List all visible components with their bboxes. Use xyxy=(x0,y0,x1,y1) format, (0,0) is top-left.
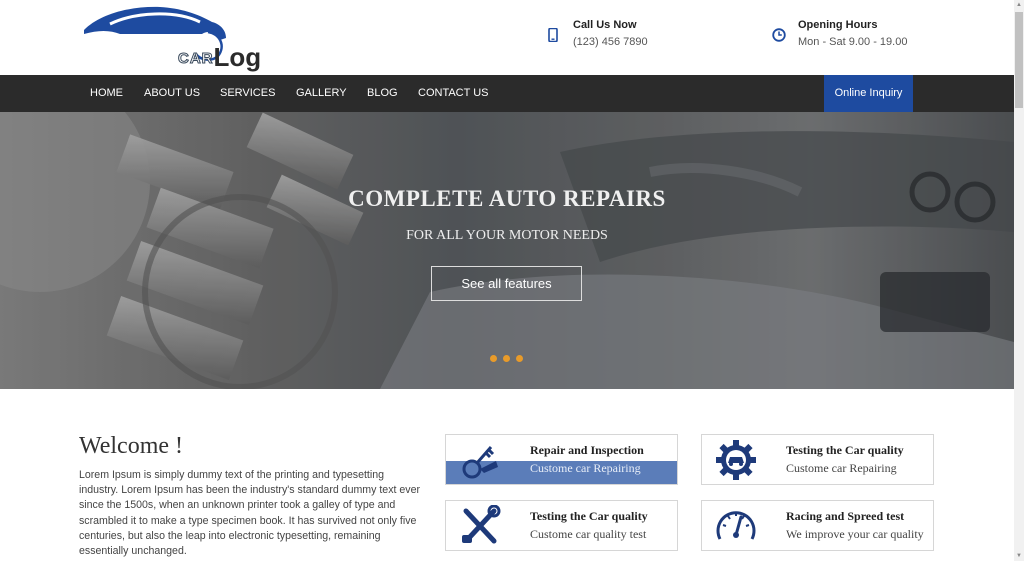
service-title: Repair and Inspection xyxy=(530,443,644,457)
nav-blog[interactable]: BLOG xyxy=(367,75,398,112)
tools-icon xyxy=(462,505,501,544)
hero-title: COMPLETE AUTO REPAIRS xyxy=(348,186,666,211)
service-title: Racing and Spreed test xyxy=(786,509,905,523)
nav-about-us[interactable]: ABOUT US xyxy=(144,75,200,112)
clock-icon xyxy=(772,28,786,42)
service-title: Testing the Car quality xyxy=(530,509,648,523)
service-card-testing-quality[interactable]: Testing the Car quality Custome car Repa… xyxy=(701,434,934,485)
logo-log-text: Log xyxy=(213,42,262,72)
see-all-features-button[interactable]: See all features xyxy=(431,266,582,301)
keys-icon xyxy=(462,446,498,479)
opening-hours-title: Opening Hours xyxy=(798,19,878,31)
scroll-up-arrow-icon[interactable]: ▲ xyxy=(1014,0,1024,10)
service-card-quality-test[interactable]: Testing the Car quality Custome car qual… xyxy=(445,500,678,551)
welcome-title: Welcome ! xyxy=(79,433,184,459)
nav-home[interactable]: HOME xyxy=(90,75,123,112)
slider-dot-3[interactable] xyxy=(516,355,523,362)
hero-slider: COMPLETE AUTO REPAIRS FOR ALL YOUR MOTOR… xyxy=(0,112,1014,389)
phone-number[interactable]: (123) 456 7890 xyxy=(573,36,648,48)
scroll-down-arrow-icon[interactable]: ▼ xyxy=(1014,551,1024,561)
nav-gallery[interactable]: GALLERY xyxy=(296,75,347,112)
gear-car-icon xyxy=(716,440,756,480)
call-us-title: Call Us Now xyxy=(573,19,637,31)
scrollbar-thumb[interactable] xyxy=(1015,12,1023,108)
logo-car-text: CAR xyxy=(178,50,214,68)
page-scrollbar[interactable]: ▲ ▼ xyxy=(1014,0,1024,561)
phone-icon xyxy=(548,28,558,42)
carlog-logo[interactable]: CARLog xyxy=(80,4,261,72)
nav-contact-us[interactable]: CONTACT US xyxy=(418,75,489,112)
hero-background-image xyxy=(0,112,1014,389)
service-card-repair-inspection[interactable]: Repair and Inspection Custome car Repair… xyxy=(445,434,678,485)
main-navbar: HOME ABOUT US SERVICES GALLERY BLOG CONT… xyxy=(0,75,1014,112)
service-subtitle: Custome car quality test xyxy=(530,527,647,541)
online-inquiry-button[interactable]: Online Inquiry xyxy=(824,75,913,112)
service-subtitle: Custome car Repairing xyxy=(786,461,897,475)
slider-dot-1[interactable] xyxy=(490,355,497,362)
slider-dot-2[interactable] xyxy=(503,355,510,362)
speedometer-icon xyxy=(716,511,756,540)
top-header: CARLog Call Us Now (123) 456 7890 Openin… xyxy=(0,0,1014,75)
service-card-racing-speed[interactable]: Racing and Spreed test We improve your c… xyxy=(701,500,934,551)
nav-services[interactable]: SERVICES xyxy=(220,75,275,112)
service-subtitle: We improve your car quality xyxy=(786,527,924,541)
welcome-body: Lorem Ipsum is simply dummy text of the … xyxy=(79,469,420,558)
service-subtitle: Custome car Repairing xyxy=(530,461,641,475)
opening-hours-value: Mon - Sat 9.00 - 19.00 xyxy=(798,36,908,48)
service-title: Testing the Car quality xyxy=(786,443,904,457)
hero-subtitle: FOR ALL YOUR MOTOR NEEDS xyxy=(406,228,608,243)
